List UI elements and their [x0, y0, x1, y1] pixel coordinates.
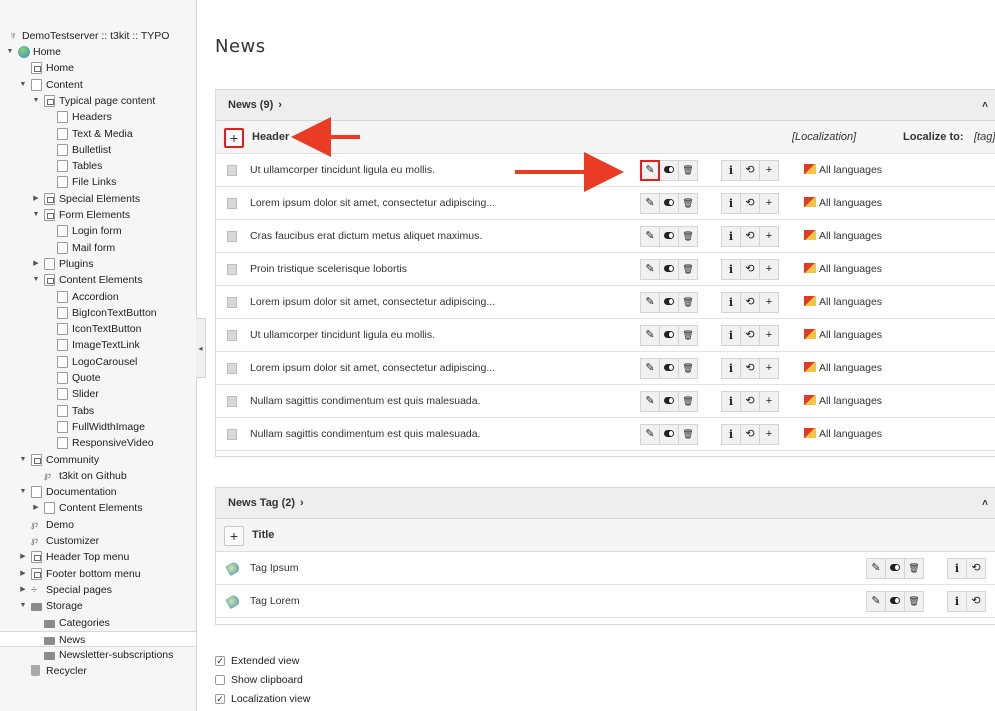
edit-button[interactable]: ✎ — [640, 160, 660, 181]
annotation-arrows — [291, 117, 624, 192]
pencil-icon: ✎ — [645, 164, 655, 176]
